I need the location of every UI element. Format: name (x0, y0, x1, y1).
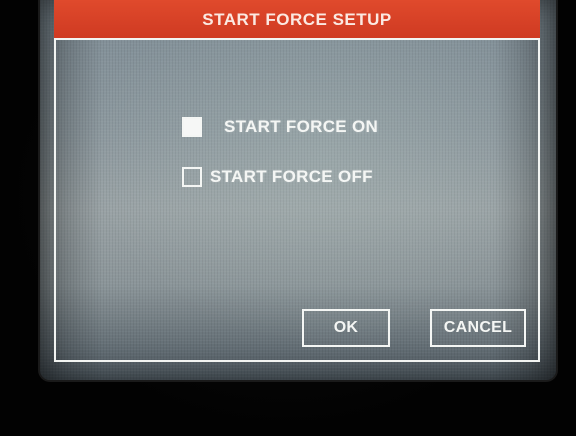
start-force-off-label: START FORCE OFF (210, 167, 373, 186)
checkbox-unchecked-icon[interactable] (182, 167, 202, 187)
dialog-title: START FORCE SETUP (54, 0, 540, 40)
checkbox-checked-icon[interactable] (182, 117, 202, 137)
start-force-setup-dialog: START FORCE SETUP START FORCE ON START F… (54, 0, 540, 362)
photo-background: START FORCE SETUP START FORCE ON START F… (0, 0, 576, 436)
start-force-off-option[interactable]: START FORCE OFF (182, 167, 373, 187)
start-force-on-option[interactable]: START FORCE ON (182, 117, 378, 137)
start-force-on-label: START FORCE ON (224, 117, 379, 136)
device-screen: START FORCE SETUP START FORCE ON START F… (40, 0, 556, 380)
ok-button[interactable]: OK (302, 309, 390, 347)
cancel-button[interactable]: CANCEL (430, 309, 526, 347)
